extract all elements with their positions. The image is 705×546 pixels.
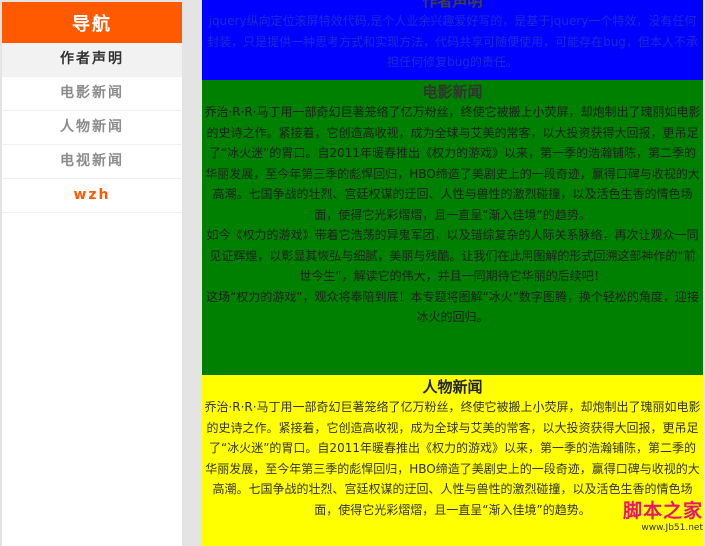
nav-list: 作者声明 电影新闻 人物新闻 电视新闻 wzh xyxy=(2,43,182,213)
section-title: 电影新闻 xyxy=(422,83,483,101)
section-paragraph: 如今《权力的游戏》带着它浩荡的异鬼军团，以及错综复杂的人际关系脉络，再次让观众一… xyxy=(206,228,699,283)
main-content[interactable]: 作者声明 jquery纵向定位滚屏特效代码,是个人业余兴趣爱好写的，是基于jqu… xyxy=(202,0,703,546)
watermark-url: www.Jb51.net xyxy=(641,523,703,533)
section-author-statement: 作者声明 jquery纵向定位滚屏特效代码,是个人业余兴趣爱好写的，是基于jqu… xyxy=(202,0,703,80)
nav-item-author-statement[interactable]: 作者声明 xyxy=(2,43,182,77)
section-film-news: 电影新闻 乔治·R·R·马丁用一部奇幻巨著笼络了亿万粉丝，终使它被搬上小荧屏，却… xyxy=(202,80,703,375)
section-title: 作者声明 xyxy=(422,0,483,10)
section-paragraph: 乔治·R·R·马丁用一部奇幻巨著笼络了亿万粉丝，终使它被搬上小荧屏，却炮制出了瑰… xyxy=(204,105,701,222)
sidebar-nav: 导航 作者声明 电影新闻 人物新闻 电视新闻 wzh xyxy=(2,2,182,546)
section-title: 人物新闻 xyxy=(422,378,483,396)
section-paragraph: 这场“权力的游戏”，观众将奉陪到底！本专题将图解“冰火”数字图腾，换个轻松的角度… xyxy=(206,289,699,325)
section-text: jquery纵向定位滚屏特效代码,是个人业余兴趣爱好写的，是基于jquery一个… xyxy=(207,14,698,69)
nav-item-film-news[interactable]: 电影新闻 xyxy=(2,77,182,111)
site-watermark: 脚本之家 www.Jb51.net xyxy=(611,500,703,540)
watermark-title: 脚本之家 xyxy=(622,500,703,522)
nav-title: 导航 xyxy=(2,2,182,43)
nav-item-tv-news[interactable]: 电视新闻 xyxy=(2,145,182,179)
nav-item-wzh[interactable]: wzh xyxy=(2,179,182,213)
nav-item-people-news[interactable]: 人物新闻 xyxy=(2,111,182,145)
